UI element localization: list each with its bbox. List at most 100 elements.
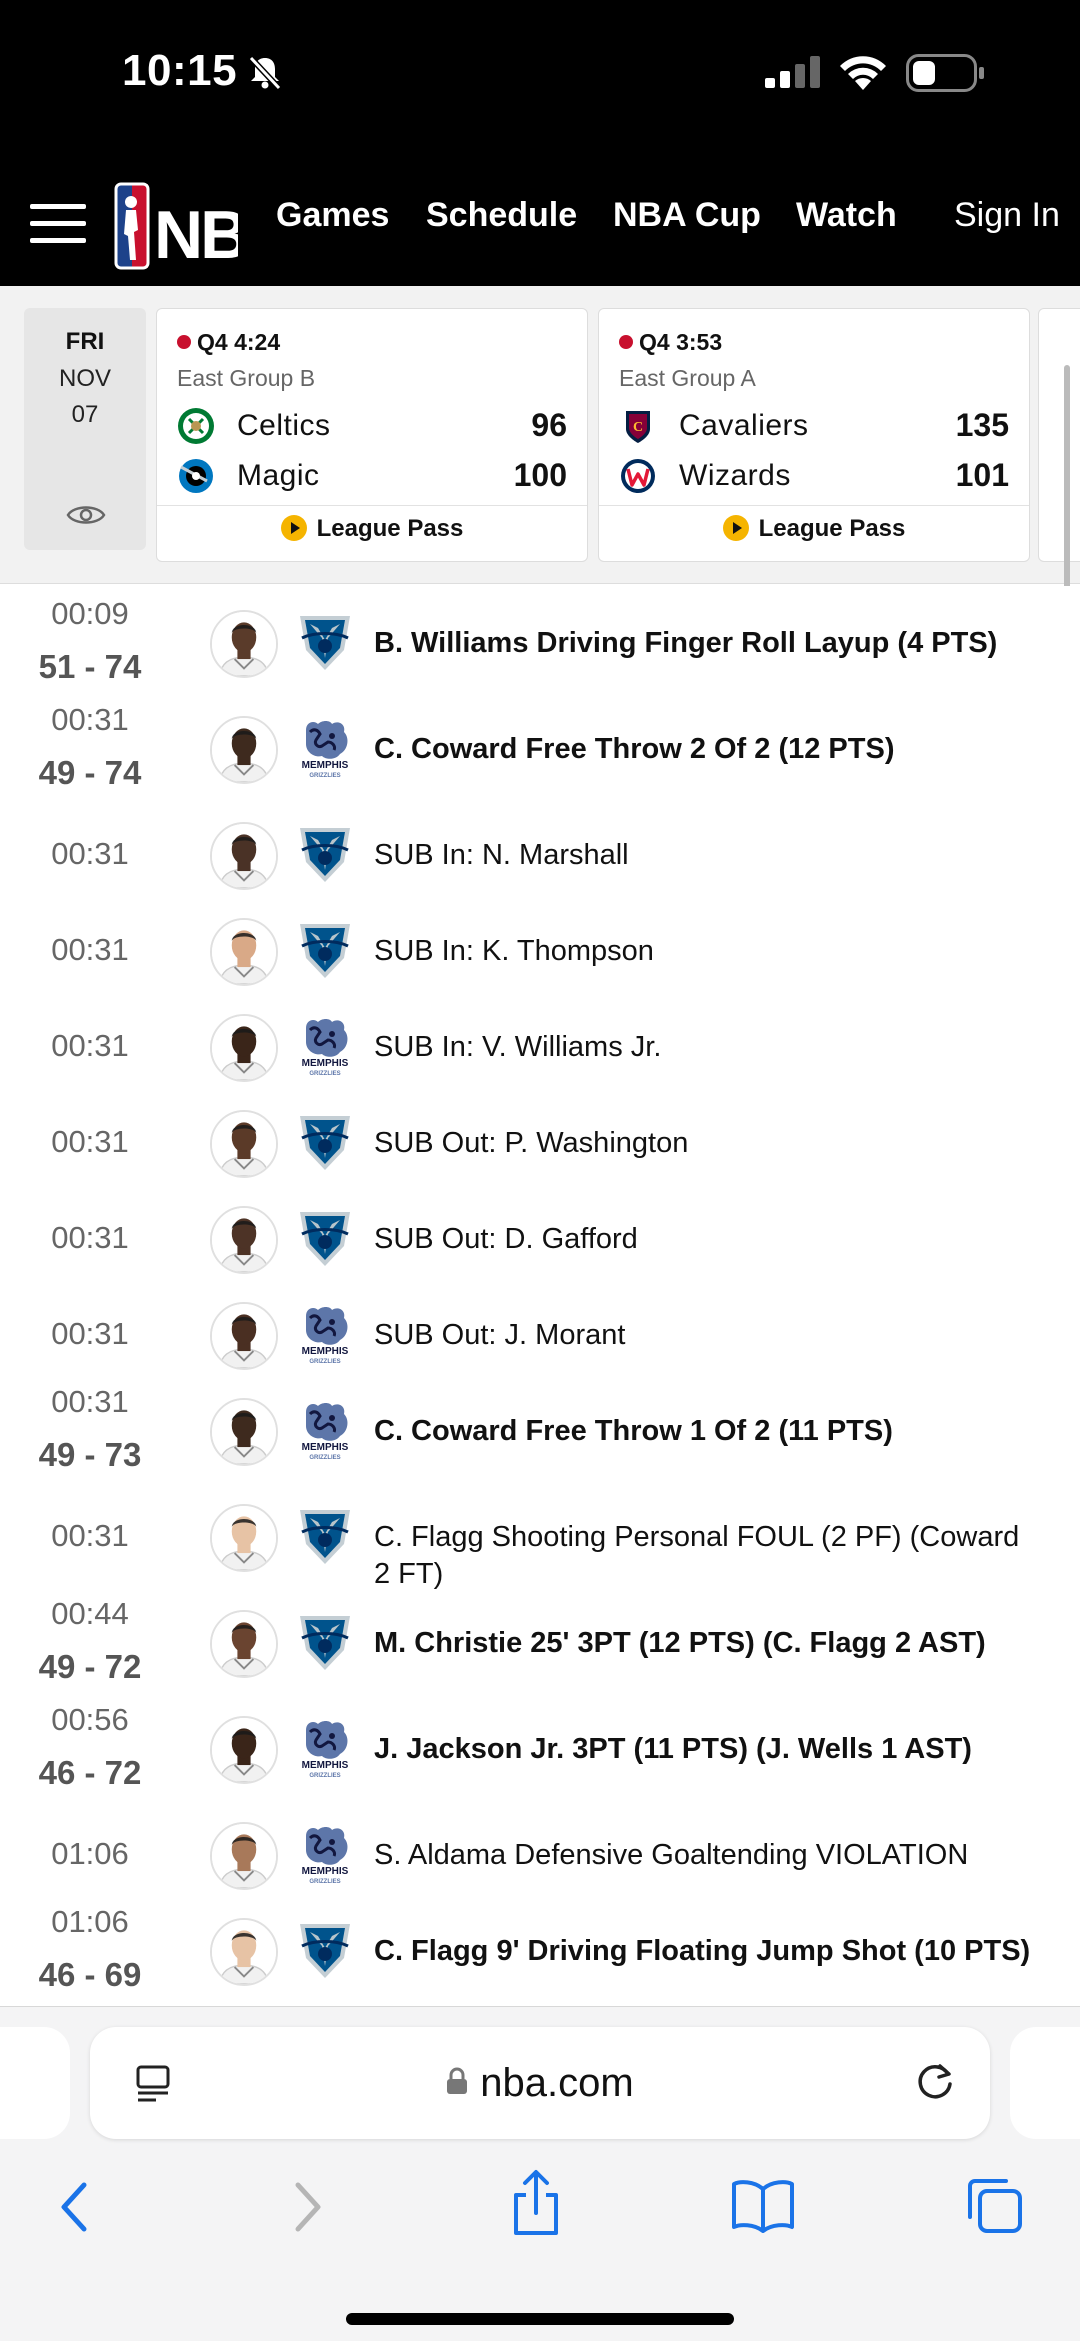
player-headshot	[210, 1302, 278, 1370]
play-score: 51 - 74	[38, 648, 142, 685]
play-clock: 00:56	[51, 1702, 129, 1737]
cellular-signal-icon	[765, 56, 820, 88]
mavericks-logo-icon	[296, 822, 354, 886]
svg-text:GRIZZLIES: GRIZZLIES	[309, 1359, 340, 1365]
mavericks-logo-icon	[296, 1110, 354, 1174]
play-description: B. Williams Driving Finger Roll Layup (4…	[374, 627, 998, 659]
date-month: NOV	[58, 365, 111, 392]
reload-icon[interactable]	[910, 2057, 960, 2107]
back-icon[interactable]	[52, 2177, 96, 2237]
play-row[interactable]: 00:31 SUB In: K. Thompson	[0, 894, 1080, 994]
nav-games[interactable]: Games	[276, 196, 389, 235]
browser-toolbar: nba.com	[0, 2006, 1080, 2341]
bookmarks-icon[interactable]	[730, 2177, 796, 2233]
svg-text:MEMPHIS: MEMPHIS	[302, 1058, 349, 1069]
play-row[interactable]: 00:31 SUB In: N. Marshall	[0, 798, 1080, 898]
date-day: FRI	[65, 328, 105, 355]
mavericks-logo-icon	[296, 1918, 354, 1982]
svg-text:C: C	[633, 420, 643, 435]
status-bar: 10:15	[0, 0, 1080, 160]
play-row[interactable]: 00:31 49 - 74 MEMPHIS GRIZZLIES C. Coward Fr…	[0, 692, 1080, 792]
player-headshot	[210, 918, 278, 986]
play-clock: 00:31	[51, 1220, 129, 1255]
svg-text:GRIZZLIES: GRIZZLIES	[309, 773, 340, 779]
forward-icon[interactable]	[286, 2177, 330, 2237]
card-divider	[157, 505, 587, 506]
play-row[interactable]: 00:09 51 - 74 B. Williams Driving Finger R…	[0, 586, 1080, 686]
eye-icon[interactable]	[66, 502, 106, 528]
play-row[interactable]: 00:56 46 - 72 MEMPHIS GRIZZLIES J. Jackson J…	[0, 1692, 1080, 1792]
grizzlies-logo-icon: MEMPHIS GRIZZLIES	[296, 1398, 354, 1462]
player-headshot	[210, 822, 278, 890]
play-description: C. Flagg Shooting Personal FOUL (2 PF) (…	[374, 1521, 1020, 1590]
play-row[interactable]: 00:31 MEMPHIS GRIZZLIES SUB In: V. Williams…	[0, 990, 1080, 1090]
battery-icon	[906, 54, 984, 92]
live-indicator-icon	[177, 334, 191, 349]
svg-text:MEMPHIS: MEMPHIS	[302, 1346, 349, 1357]
url-display[interactable]: nba.com	[90, 2061, 990, 2106]
game-group: East Group A	[619, 365, 756, 391]
tabs-icon[interactable]	[964, 2175, 1024, 2235]
play-row[interactable]: 00:31 C. Flagg Shooting Personal FOUL (2 …	[0, 1480, 1080, 1590]
league-pass-button[interactable]: League Pass	[157, 514, 587, 543]
cavaliers-logo-icon: C	[626, 411, 650, 443]
play-row[interactable]: 00:31 SUB Out: D. Gafford	[0, 1182, 1080, 1282]
svg-text:MEMPHIS: MEMPHIS	[302, 1442, 349, 1453]
sign-in-link[interactable]: Sign In	[954, 196, 1060, 235]
next-tab-peek[interactable]	[1010, 2027, 1080, 2139]
play-row[interactable]: 01:06 MEMPHIS GRIZZLIES S. Aldama Defensive…	[0, 1798, 1080, 1898]
live-indicator-icon	[619, 334, 633, 349]
team-name: Cavaliers	[679, 409, 809, 442]
game-card-peek[interactable]	[1038, 308, 1080, 562]
play-score: 49 - 73	[38, 1436, 142, 1473]
play-clock: 00:31	[51, 1028, 129, 1063]
play-row[interactable]: 00:31 SUB Out: P. Washington	[0, 1086, 1080, 1186]
nav-schedule[interactable]: Schedule	[426, 196, 577, 235]
play-row[interactable]: 00:31 MEMPHIS GRIZZLIES SUB Out: J. Morant	[0, 1278, 1080, 1378]
play-description: M. Christie 25' 3PT (12 PTS) (C. Flagg 2…	[374, 1627, 986, 1659]
nav-watch[interactable]: Watch	[796, 196, 897, 235]
team-score: 100	[513, 457, 567, 493]
player-headshot	[210, 610, 278, 678]
team-score: 135	[955, 407, 1009, 443]
game-card[interactable]: Q4 4:24 East Group B Celtics 96 Magic 10…	[156, 308, 588, 562]
play-clock: 01:06	[51, 1904, 129, 1939]
svg-text:MEMPHIS: MEMPHIS	[302, 760, 349, 771]
svg-text:GRIZZLIES: GRIZZLIES	[309, 1773, 340, 1779]
play-row[interactable]: 00:31 49 - 73 MEMPHIS GRIZZLIES C. Coward Fr…	[0, 1374, 1080, 1474]
play-clock: 00:31	[51, 1384, 129, 1419]
play-row[interactable]: 00:44 49 - 72 M. Christie 25' 3PT (12 PTS)…	[0, 1586, 1080, 1686]
wifi-icon	[840, 56, 886, 90]
svg-text:GRIZZLIES: GRIZZLIES	[309, 1879, 340, 1885]
play-description: C. Flagg 9' Driving Floating Jump Shot (…	[374, 1935, 1031, 1967]
play-row[interactable]: 01:06 46 - 69 C. Flagg 9' Driving Floating…	[0, 1894, 1080, 1994]
share-icon[interactable]	[508, 2167, 564, 2239]
player-headshot	[210, 1504, 278, 1572]
previous-tab-peek[interactable]	[0, 2027, 70, 2139]
address-bar[interactable]: nba.com	[90, 2027, 990, 2139]
scrollbar[interactable]	[1064, 365, 1070, 601]
league-pass-button[interactable]: League Pass	[599, 514, 1029, 543]
nav-nba-cup[interactable]: NBA Cup	[613, 196, 761, 235]
player-headshot	[210, 1206, 278, 1274]
play-description: SUB In: N. Marshall	[374, 839, 629, 871]
svg-text:GRIZZLIES: GRIZZLIES	[309, 1455, 340, 1461]
play-description: J. Jackson Jr. 3PT (11 PTS) (J. Wells 1 …	[374, 1733, 972, 1765]
play-score: 49 - 72	[38, 1648, 142, 1685]
game-card[interactable]: Q4 3:53 East Group A C Cavaliers 135 Wiz…	[598, 308, 1030, 562]
status-time: 10:15	[122, 46, 238, 95]
team-row: Celtics 96	[177, 403, 567, 447]
date-selector[interactable]: FRI NOV 07	[24, 308, 146, 550]
svg-text:MEMPHIS: MEMPHIS	[302, 1760, 349, 1771]
svg-text:GRIZZLIES: GRIZZLIES	[309, 1071, 340, 1077]
play-description: SUB In: V. Williams Jr.	[374, 1031, 662, 1063]
play-description: S. Aldama Defensive Goaltending VIOLATIO…	[374, 1839, 969, 1871]
play-score: 46 - 69	[38, 1956, 142, 1993]
wizards-logo-icon	[621, 459, 655, 493]
menu-icon[interactable]	[30, 204, 86, 244]
nba-logo[interactable]: NBA	[114, 180, 238, 272]
team-name: Wizards	[679, 459, 791, 492]
play-clock: 00:31	[51, 702, 129, 737]
play-icon	[722, 514, 749, 541]
play-clock: 00:31	[51, 1316, 129, 1351]
